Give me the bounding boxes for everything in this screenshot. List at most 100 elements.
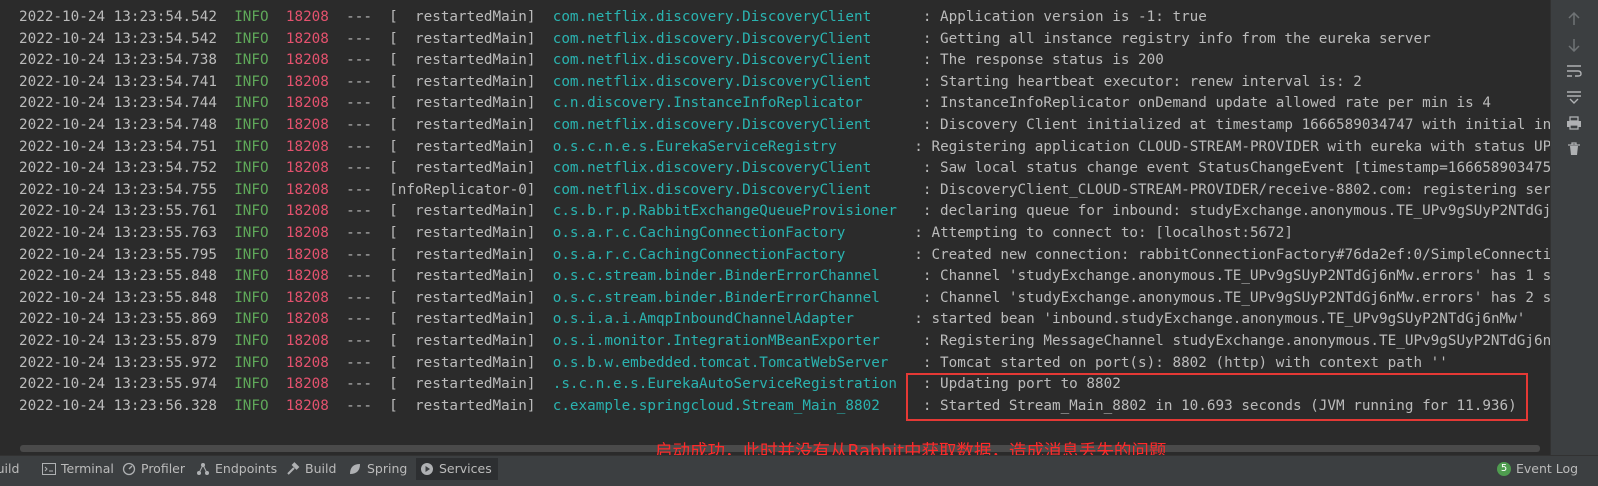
process-id: 18208 [285, 268, 329, 285]
timestamp: 2022-10-24 13:23:56.328 [19, 397, 217, 414]
tab-terminal[interactable]: Terminal [42, 458, 114, 480]
event-log-badge: 5 [1500, 463, 1508, 474]
log-message: : Saw local status change event StatusCh… [922, 160, 1550, 177]
log-level: INFO [234, 376, 269, 393]
separator: --- [346, 73, 372, 90]
process-id: 18208 [285, 354, 329, 371]
soft-wrap-icon[interactable] [1565, 62, 1583, 80]
log-message: : Channel 'studyExchange.anonymous.TE_UP… [922, 268, 1550, 285]
terminal-icon [42, 462, 56, 476]
tab-services[interactable]: Services [416, 458, 498, 480]
event-log-badge-icon: 5 [1497, 462, 1511, 476]
thread-name: [ restartedMain] [389, 333, 536, 349]
log-line: 2022-10-24 13:23:55.761 INFO 18208 --- [… [19, 201, 1550, 223]
log-line: 2022-10-24 13:23:55.848 INFO 18208 --- [… [19, 288, 1550, 310]
separator: --- [346, 203, 372, 220]
tab-label: Spring [367, 461, 408, 476]
log-line: 2022-10-24 13:23:54.542 INFO 18208 --- [… [19, 29, 1431, 51]
process-id: 18208 [285, 181, 329, 198]
separator: --- [346, 117, 372, 133]
process-id: 18208 [285, 246, 329, 263]
logger-name: o.s.b.w.embedded.tomcat.TomcatWebServer [552, 354, 906, 371]
log-level: INFO [234, 225, 269, 241]
tab-build-left[interactable]: Build [0, 458, 19, 480]
logger-name: com.netflix.discovery.DiscoveryClient [552, 160, 906, 177]
log-line: 2022-10-24 13:23:54.738 INFO 18208 --- [… [19, 50, 1164, 72]
tab-label: Terminal [61, 461, 114, 476]
thread-name: [ restartedMain] [389, 311, 536, 328]
logger-name: o.s.a.r.c.CachingConnectionFactory [552, 225, 898, 241]
timestamp: 2022-10-24 13:23:54.748 [19, 117, 217, 133]
log-line: 2022-10-24 13:23:54.744 INFO 18208 --- [… [19, 93, 1491, 115]
process-id: 18208 [285, 138, 329, 155]
trash-icon[interactable] [1565, 140, 1583, 158]
scroll-to-end-icon[interactable] [1565, 88, 1583, 106]
thread-name: [ restartedMain] [389, 117, 536, 133]
scroll-up-icon[interactable] [1565, 10, 1583, 28]
process-id: 18208 [285, 30, 329, 47]
log-level: INFO [234, 160, 269, 177]
tab-build[interactable]: Build [286, 458, 336, 480]
log-line: 2022-10-24 13:23:54.755 INFO 18208 --- [… [19, 180, 1550, 202]
process-id: 18208 [285, 311, 329, 328]
log-level: INFO [234, 268, 269, 285]
tab-endpoints[interactable]: Endpoints [196, 458, 277, 480]
timestamp: 2022-10-24 13:23:55.761 [19, 203, 217, 220]
separator: --- [346, 52, 372, 69]
logger-name: c.example.springcloud.Stream_Main_8802 [552, 397, 906, 414]
tab-spring[interactable]: Spring [348, 458, 407, 480]
timestamp: 2022-10-24 13:23:55.879 [19, 333, 217, 349]
thread-name: [ restartedMain] [389, 95, 536, 112]
console-right-toolbar [1550, 0, 1598, 455]
process-id: 18208 [285, 289, 329, 306]
log-level: INFO [234, 95, 269, 112]
logger-name: o.s.c.n.e.s.EurekaServiceRegistry [552, 138, 898, 155]
process-id: 18208 [285, 160, 329, 177]
logger-name: o.s.c.stream.binder.BinderErrorChannel [552, 289, 906, 306]
separator: --- [346, 30, 372, 47]
log-level: INFO [234, 73, 269, 90]
process-id: 18208 [285, 397, 329, 414]
log-level: INFO [234, 9, 269, 25]
log-line: 2022-10-24 13:23:55.795 INFO 18208 --- [… [19, 245, 1550, 267]
separator: --- [346, 95, 372, 112]
logger-name: com.netflix.discovery.DiscoveryClient [552, 181, 906, 198]
log-level: INFO [234, 203, 269, 220]
process-id: 18208 [285, 333, 329, 349]
logger-name: com.netflix.discovery.DiscoveryClient [552, 9, 906, 25]
spring-leaf-icon [348, 462, 362, 476]
thread-name: [ restartedMain] [389, 225, 536, 241]
thread-name: [ restartedMain] [389, 397, 536, 414]
process-id: 18208 [285, 52, 329, 69]
timestamp: 2022-10-24 13:23:55.763 [19, 225, 217, 241]
log-line: 2022-10-24 13:23:55.972 INFO 18208 --- [… [19, 353, 1448, 375]
log-line: 2022-10-24 13:23:54.741 INFO 18208 --- [… [19, 72, 1362, 94]
thread-name: [ restartedMain] [389, 354, 536, 371]
tab-profiler[interactable]: Profiler [122, 458, 185, 480]
thread-name: [ restartedMain] [389, 203, 536, 220]
thread-name: [ restartedMain] [389, 268, 536, 285]
log-message: : Getting all instance registry info fro… [922, 30, 1431, 47]
timestamp: 2022-10-24 13:23:55.848 [19, 289, 217, 306]
log-level: INFO [234, 333, 269, 349]
event-log-button[interactable]: 5 Event Log [1497, 458, 1578, 480]
print-icon[interactable] [1565, 114, 1583, 132]
log-level: INFO [234, 311, 269, 328]
timestamp: 2022-10-24 13:23:54.751 [19, 138, 217, 155]
process-id: 18208 [285, 95, 329, 112]
log-message: : Channel 'studyExchange.anonymous.TE_UP… [922, 289, 1550, 306]
event-log-label: Event Log [1516, 461, 1579, 476]
separator: --- [346, 181, 372, 198]
process-id: 18208 [285, 73, 329, 90]
log-line: 2022-10-24 13:23:55.763 INFO 18208 --- [… [19, 223, 1293, 245]
log-line: 2022-10-24 13:23:55.848 INFO 18208 --- [… [19, 266, 1550, 288]
endpoints-icon [196, 462, 210, 476]
log-message: : Tomcat started on port(s): 8802 (http)… [922, 354, 1448, 371]
process-id: 18208 [285, 117, 329, 133]
logger-name: .s.c.n.e.s.EurekaAutoServiceRegistration [552, 376, 906, 393]
highlight-box [906, 373, 1528, 421]
scroll-down-icon[interactable] [1565, 36, 1583, 54]
logger-name: com.netflix.discovery.DiscoveryClient [552, 117, 906, 133]
timestamp: 2022-10-24 13:23:54.744 [19, 95, 217, 112]
timestamp: 2022-10-24 13:23:55.795 [19, 246, 217, 263]
